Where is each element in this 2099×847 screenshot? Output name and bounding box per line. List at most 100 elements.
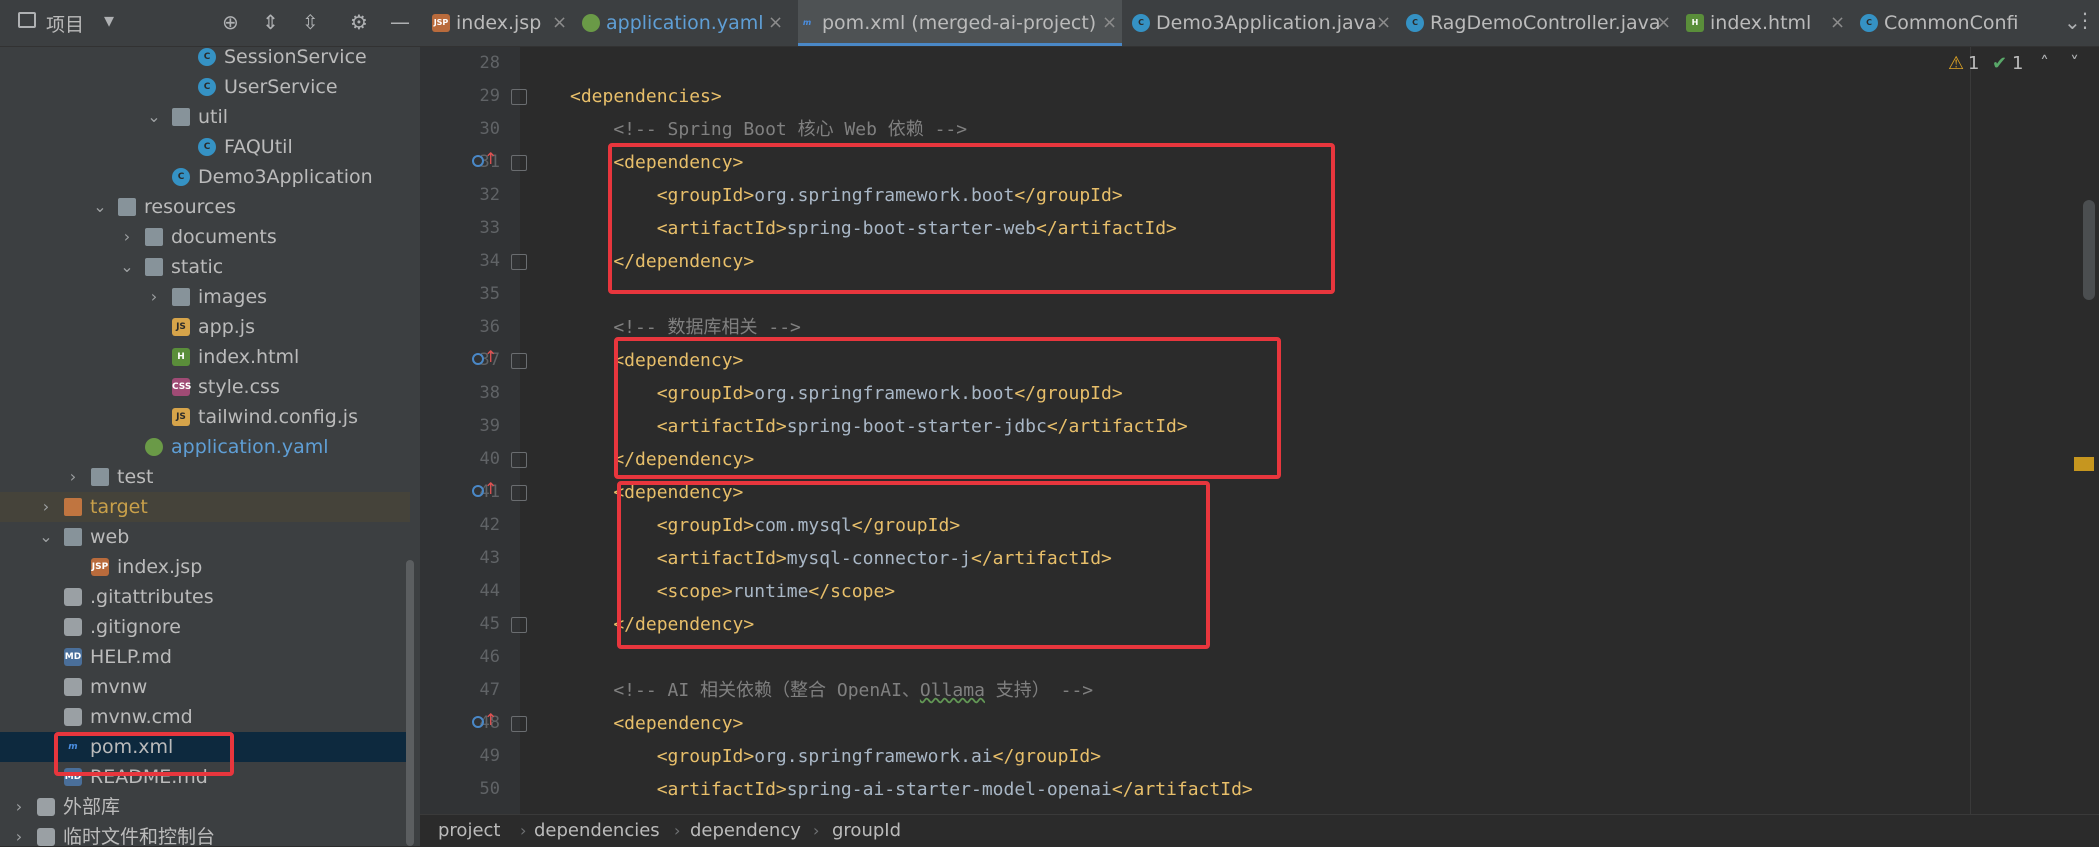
- fold-icon[interactable]: [511, 716, 527, 732]
- minimize-icon[interactable]: —: [390, 10, 410, 34]
- tree-item-userservice[interactable]: C UserService: [0, 72, 410, 102]
- chevron-down-icon[interactable]: ˅: [2070, 53, 2079, 74]
- close-icon[interactable]: ×: [768, 0, 783, 46]
- tree-item-label: HELP.md: [90, 646, 172, 668]
- chevron-down-icon[interactable]: ⌄: [119, 252, 135, 282]
- project-view-icon[interactable]: [18, 12, 36, 28]
- tree-item-tailwind-config-js[interactable]: JS tailwind.config.js: [0, 402, 410, 432]
- breadcrumb-item[interactable]: project: [438, 815, 500, 847]
- fold-icon[interactable]: [511, 155, 527, 171]
- tree-item-application-yaml[interactable]: application.yaml: [0, 432, 410, 462]
- tree-item-faqutil[interactable]: C FAQUtil: [0, 132, 410, 162]
- chevron-right-icon[interactable]: ›: [11, 822, 27, 846]
- breadcrumb: project › dependencies › dependency › gr…: [420, 814, 2099, 847]
- fold-icon[interactable]: [511, 617, 527, 633]
- file-icon: [64, 588, 82, 606]
- tab-application-yaml[interactable]: application.yaml ×: [582, 0, 788, 46]
- tab-index-jsp[interactable]: JSP index.jsp ×: [432, 0, 572, 46]
- tree-item-外部库[interactable]: › 外部库: [0, 792, 410, 822]
- tab-label: RagDemoController.java: [1430, 12, 1661, 34]
- xml-comment: 支持） -->: [984, 680, 1094, 701]
- collapse-all-icon[interactable]: ⇳: [302, 10, 319, 34]
- fold-icon[interactable]: [511, 89, 527, 105]
- highlight-box-web-dependency: [608, 143, 1335, 294]
- tree-item-mvnw-cmd[interactable]: mvnw.cmd: [0, 702, 410, 732]
- tree-item--gitignore[interactable]: .gitignore: [0, 612, 410, 642]
- fold-icon[interactable]: [511, 452, 527, 468]
- override-gutter-icon[interactable]: ↑: [472, 479, 497, 503]
- close-icon[interactable]: ×: [1830, 0, 1845, 46]
- editor-scrollbar[interactable]: [2083, 200, 2095, 300]
- override-gutter-icon[interactable]: ↑: [472, 347, 497, 371]
- tree-item-target[interactable]: › target: [0, 492, 410, 522]
- chevron-right-icon[interactable]: ›: [65, 462, 81, 492]
- tree-item-resources[interactable]: ⌄ resources: [0, 192, 410, 222]
- gear-icon[interactable]: ⚙: [350, 10, 368, 34]
- package-icon: [172, 108, 190, 126]
- chevron-right-icon[interactable]: ›: [119, 222, 135, 252]
- tab-pom-xml-merged-ai-project-[interactable]: m pom.xml (merged-ai-project) ×: [798, 0, 1122, 46]
- line-number: 44: [479, 581, 500, 601]
- tree-item-label: application.yaml: [171, 436, 329, 458]
- highlight-box-mysql-dependency: [617, 481, 1210, 649]
- chevron-right-icon[interactable]: ›: [38, 492, 54, 522]
- chevron-down-icon[interactable]: ⌄: [146, 102, 162, 132]
- tab-index-html[interactable]: Hindex.html ×: [1686, 0, 1850, 46]
- tree-item-mvnw[interactable]: mvnw: [0, 672, 410, 702]
- fold-icon[interactable]: [511, 485, 527, 501]
- tree-item-images[interactable]: › images: [0, 282, 410, 312]
- override-gutter-icon[interactable]: ↑: [472, 710, 497, 734]
- tab-label: application.yaml: [606, 12, 764, 34]
- tree-item-index-jsp[interactable]: JSP index.jsp: [0, 552, 410, 582]
- override-gutter-icon[interactable]: ↑: [472, 149, 497, 173]
- breadcrumb-item[interactable]: groupId: [832, 815, 901, 847]
- chevron-down-icon[interactable]: ▾: [104, 8, 114, 32]
- chevron-right-icon[interactable]: ›: [11, 792, 27, 822]
- chevron-down-icon[interactable]: ⌄: [38, 522, 54, 552]
- fold-icon[interactable]: [511, 353, 527, 369]
- tree-item-demo3application[interactable]: C Demo3Application: [0, 162, 410, 192]
- close-icon[interactable]: ×: [1376, 0, 1391, 46]
- tab-ragdemocontroller-java[interactable]: C RagDemoController.java ×: [1406, 0, 1676, 46]
- project-view-label[interactable]: 项目: [46, 10, 84, 37]
- project-tool-window: 项目 ▾ ⊕ ⇕ ⇳ ⚙ — C SessionService C UserServi…: [0, 0, 420, 846]
- breadcrumb-item[interactable]: dependency: [690, 815, 801, 847]
- fold-icon[interactable]: [511, 254, 527, 270]
- close-icon[interactable]: ×: [1656, 0, 1671, 46]
- warning-icon[interactable]: ⚠: [1948, 53, 1964, 74]
- tree-item-help-md[interactable]: MD HELP.md: [0, 642, 410, 672]
- tree-item-util[interactable]: ⌄ util: [0, 102, 410, 132]
- close-icon[interactable]: ×: [552, 0, 567, 46]
- xml-comment: <!-- Spring Boot 核心 Web 依赖 -->: [570, 119, 968, 140]
- chevron-up-icon[interactable]: ˄: [2040, 53, 2049, 74]
- line-number: 34: [479, 251, 500, 271]
- tree-item--gitattributes[interactable]: .gitattributes: [0, 582, 410, 612]
- tab-label: pom.xml (merged-ai-project): [822, 12, 1097, 34]
- folder-icon: [118, 198, 136, 216]
- tree-item-static[interactable]: ⌄ static: [0, 252, 410, 282]
- sidebar-scrollbar[interactable]: [406, 560, 414, 846]
- chevron-right-icon[interactable]: ›: [146, 282, 162, 312]
- tree-item-app-js[interactable]: JS app.js: [0, 312, 410, 342]
- tree-item-documents[interactable]: › documents: [0, 222, 410, 252]
- locate-icon[interactable]: ⊕: [222, 10, 239, 34]
- warning-marker[interactable]: [2074, 457, 2094, 471]
- tree-item-index-html[interactable]: Hindex.html: [0, 342, 410, 372]
- tree-item-label: index.html: [198, 346, 300, 368]
- tree-item-test[interactable]: › test: [0, 462, 410, 492]
- close-icon[interactable]: ×: [1102, 0, 1117, 46]
- chevron-down-icon[interactable]: ⌄: [92, 192, 108, 222]
- line-number: 43: [479, 548, 500, 568]
- breadcrumb-item[interactable]: dependencies: [534, 815, 660, 847]
- xml-comment: Ollama: [919, 680, 985, 701]
- tree-item-style-css[interactable]: CSS style.css: [0, 372, 410, 402]
- check-icon[interactable]: ✔: [1992, 53, 2007, 74]
- tree-item-sessionservice[interactable]: C SessionService: [0, 42, 410, 72]
- file-icon: [64, 708, 82, 726]
- tab-demo3application-java[interactable]: C Demo3Application.java ×: [1132, 0, 1396, 46]
- tree-item-label: 外部库: [63, 796, 121, 818]
- tree-item-临时文件和控制台[interactable]: › 临时文件和控制台: [0, 822, 410, 846]
- expand-all-icon[interactable]: ⇕: [262, 10, 279, 34]
- tree-item-web[interactable]: ⌄ web: [0, 522, 410, 552]
- more-icon[interactable]: ⋮: [2075, 8, 2095, 32]
